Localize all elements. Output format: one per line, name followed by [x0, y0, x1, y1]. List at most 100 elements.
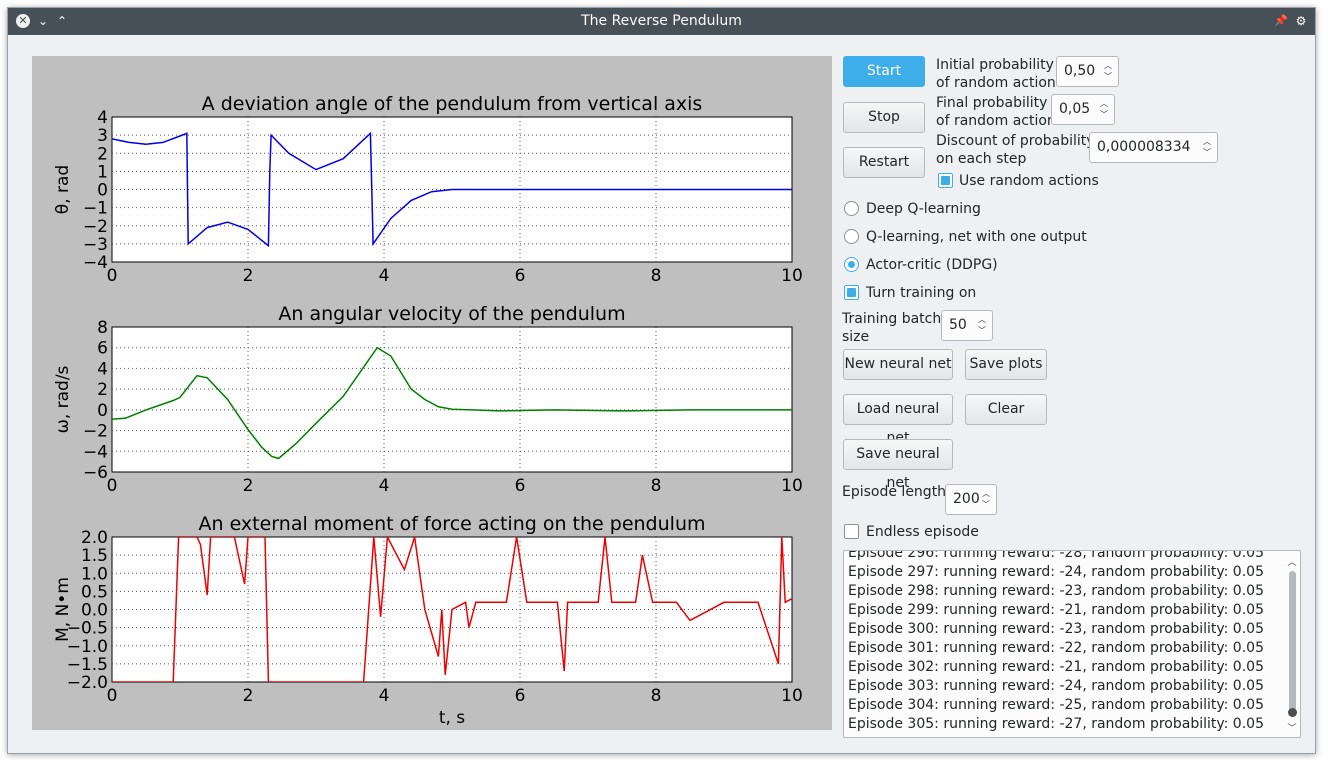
radio-deep-q-learning-label: Deep Q-learning: [866, 201, 981, 217]
chart-3: 0 2 4 6 8 102.01.51.00.50.0−0.5−1.0−1.5−2.0An…: [53, 513, 803, 728]
scroll-track[interactable]: [1289, 571, 1296, 717]
log-lines: Episode 296: running reward: -28, random…: [848, 550, 1264, 734]
y-tick-label: 3: [97, 126, 108, 146]
log-line: Episode 303: running reward: -24, random…: [848, 678, 1264, 694]
episode-length-value: 200: [953, 491, 980, 507]
x-tick-label: 0: [107, 266, 118, 286]
final-probability-value: 0,05: [1059, 101, 1091, 117]
x-tick-label: 4: [379, 266, 390, 286]
restart-button[interactable]: Restart: [843, 147, 925, 178]
y-tick-label: 2.0: [81, 528, 108, 548]
turn-training-label: Turn training on: [866, 285, 977, 301]
x-tick-label: 8: [651, 476, 662, 496]
x-axis-label: t, s: [439, 708, 465, 728]
chart-title: A deviation angle of the pendulum from v…: [202, 93, 703, 115]
log-line: Episode 296: running reward: -28, random…: [848, 550, 1264, 561]
discount-value: 0,000008334: [1097, 139, 1191, 155]
y-tick-label: 1.0: [81, 564, 108, 584]
endless-episode-checkbox[interactable]: [844, 524, 859, 539]
log-scrollbar[interactable]: ︿ ﹀: [1284, 551, 1300, 737]
save-plots-button[interactable]: Save plots: [965, 349, 1047, 380]
load-neural-net-button[interactable]: Load neural net: [843, 394, 953, 446]
discount-label: Discount of probability on each step: [936, 133, 1095, 167]
initial-probability-value: 0,50: [1064, 63, 1096, 79]
x-tick-label: 10: [781, 476, 803, 496]
spin-arrows-icon[interactable]: ︿ ﹀: [1202, 136, 1212, 158]
chart-1: 0 2 4 6 8 1043210−1−2−3−4A deviation angle of…: [53, 93, 803, 286]
x-tick-label: 2: [243, 266, 254, 286]
x-tick-label: 10: [781, 686, 803, 706]
spin-arrows-icon[interactable]: ︿ ﹀: [977, 314, 987, 336]
x-tick-label: 8: [651, 266, 662, 286]
y-axis-label: M, N•m: [53, 577, 73, 642]
y-tick-label: −1.5: [67, 655, 108, 675]
spin-arrows-icon[interactable]: ︿ ﹀: [1099, 98, 1109, 120]
episode-length-spinbox[interactable]: 200 ︿ ﹀: [945, 484, 997, 515]
save-neural-net-button[interactable]: Save neural net: [843, 439, 953, 491]
stop-button[interactable]: Stop: [843, 102, 925, 133]
plots-canvas: 0 2 4 6 8 1043210−1−2−3−4A deviation angle of…: [53, 93, 803, 728]
batch-size-value: 50: [949, 317, 967, 333]
scroll-up-icon[interactable]: ︿: [1286, 555, 1298, 568]
y-tick-label: 0.0: [81, 601, 108, 621]
y-tick-label: 4: [97, 108, 108, 128]
log-line: Episode 302: running reward: -21, random…: [848, 659, 1264, 675]
x-tick-label: 6: [515, 476, 526, 496]
y-tick-label: −2.0: [67, 673, 108, 693]
x-tick-label: 4: [379, 476, 390, 496]
pin-icon[interactable]: 📌: [1273, 13, 1289, 29]
y-tick-label: −2: [83, 217, 108, 237]
initial-probability-label: Initial probability of random action: [936, 57, 1056, 91]
radio-actor-critic[interactable]: [844, 257, 859, 272]
discount-spinbox[interactable]: 0,000008334 ︿ ﹀: [1089, 132, 1218, 163]
log-line: Episode 300: running reward: -23, random…: [848, 621, 1264, 637]
start-button[interactable]: Start: [843, 56, 925, 87]
log-line: Episode 297: running reward: -24, random…: [848, 564, 1264, 580]
spin-arrows-icon[interactable]: ︿ ﹀: [1103, 60, 1113, 82]
log-line: Episode 304: running reward: -25, random…: [848, 697, 1264, 713]
y-tick-label: 8: [97, 318, 108, 338]
app-icon: ⚙: [1295, 14, 1307, 28]
window-title: The Reverse Pendulum: [581, 13, 742, 29]
scroll-thumb[interactable]: [1288, 708, 1297, 717]
clear-button[interactable]: Clear: [965, 394, 1047, 425]
x-tick-label: 0: [107, 686, 118, 706]
episode-log[interactable]: Episode 296: running reward: -28, random…: [843, 550, 1301, 738]
turn-training-checkbox[interactable]: [844, 285, 859, 300]
chart-2: 0 2 4 6 8 1086420−2−4−6An angular velocity of…: [53, 303, 803, 496]
use-random-label: Use random actions: [959, 173, 1099, 189]
new-neural-net-button[interactable]: New neural net: [843, 349, 953, 380]
log-line: Episode 301: running reward: -22, random…: [848, 640, 1264, 656]
x-tick-label: 8: [651, 686, 662, 706]
y-tick-label: 1.5: [81, 546, 108, 566]
plot-area: 0 2 4 6 8 10 4 3 2 1 0 −1 −2 −3 −4 A deviation angle of…: [32, 56, 832, 730]
main-window: ✕ ⌄ ⌃ The Reverse Pendulum 📌 ⚙ 0 2 4 6 8 10 4 3…: [7, 7, 1316, 754]
y-tick-label: 1: [97, 162, 108, 182]
final-probability-label: Final probability of random action: [936, 95, 1056, 129]
y-tick-label: −3: [83, 235, 108, 255]
radio-q-learning-label: Q-learning, net with one output: [866, 229, 1087, 245]
batch-size-label: Training batch size: [842, 311, 942, 345]
x-tick-label: 2: [243, 476, 254, 496]
chart-title: An external moment of force acting on th…: [198, 513, 705, 535]
spin-arrows-icon[interactable]: ︿ ﹀: [981, 488, 991, 510]
use-random-checkbox[interactable]: [938, 173, 953, 188]
y-tick-label: 4: [97, 359, 108, 379]
radio-actor-critic-label: Actor-critic (DDPG): [866, 257, 998, 273]
radio-q-learning[interactable]: [844, 229, 859, 244]
final-probability-spinbox[interactable]: 0,05 ︿ ﹀: [1051, 94, 1115, 125]
title-bar: ✕ ⌄ ⌃ The Reverse Pendulum 📌 ⚙: [8, 8, 1315, 35]
y-tick-label: −4: [83, 253, 108, 273]
y-tick-label: −6: [83, 463, 108, 483]
scroll-down-icon[interactable]: ﹀: [1286, 721, 1298, 734]
initial-probability-spinbox[interactable]: 0,50 ︿ ﹀: [1056, 56, 1119, 87]
chart-frame: [111, 326, 793, 473]
log-line: Episode 299: running reward: -21, random…: [848, 602, 1264, 618]
radio-deep-q-learning[interactable]: [844, 201, 859, 216]
y-tick-label: −1: [83, 199, 108, 219]
batch-size-spinbox[interactable]: 50 ︿ ﹀: [941, 310, 993, 341]
y-tick-label: 0.5: [81, 582, 108, 602]
endless-episode-label: Endless episode: [866, 524, 979, 540]
y-tick-label: −2: [83, 422, 108, 442]
x-tick-label: 6: [515, 686, 526, 706]
